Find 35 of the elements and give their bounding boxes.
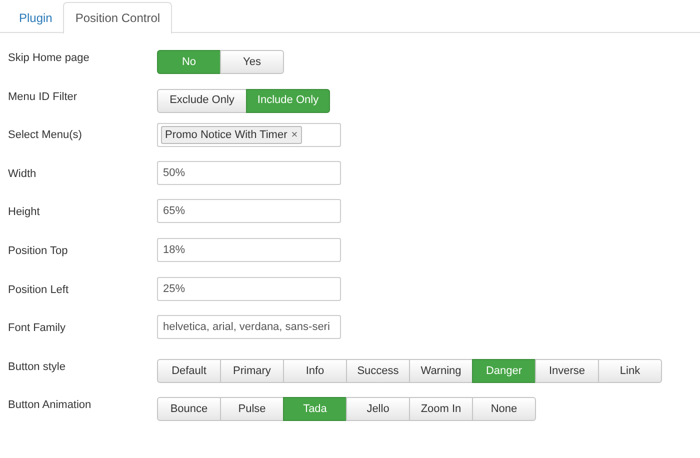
field-label: Position Top	[8, 244, 69, 259]
option-button[interactable]: Warning	[409, 358, 473, 383]
field-label: Button style	[8, 360, 66, 375]
field-label: Font Family	[8, 321, 66, 336]
tab[interactable]: Position Control	[63, 2, 172, 34]
tab[interactable]: Plugin	[8, 2, 64, 33]
text-field[interactable]: helvetica, arial, verdana, sans-seri	[157, 315, 341, 340]
option-button[interactable]: Pulse	[220, 397, 284, 422]
option-button[interactable]: Default	[157, 358, 221, 383]
option-button[interactable]: Bounce	[157, 397, 221, 422]
text-field[interactable]: 65%	[157, 199, 341, 224]
remove-tag-button[interactable]: ×	[291, 126, 298, 144]
option-button[interactable]: Info	[283, 358, 347, 383]
option-button[interactable]: Primary	[220, 358, 284, 383]
field-label: Select Menu(s)	[8, 128, 83, 144]
option-button[interactable]: Exclude Only	[157, 88, 247, 113]
field-label: Height	[8, 205, 41, 220]
text-field[interactable]: 25%	[157, 276, 341, 301]
tag-field[interactable]: Promo Notice With Timer ×	[157, 123, 341, 148]
field-label: Button Animation	[8, 398, 92, 414]
field-label: Width	[8, 166, 38, 182]
field-label: Menu ID Filter	[8, 90, 78, 105]
option-button[interactable]: Zoom In	[409, 397, 473, 422]
tag-label: Promo Notice With Timer	[165, 128, 288, 143]
option-button[interactable]: Yes	[220, 50, 284, 74]
option-button[interactable]: Jello	[346, 397, 410, 422]
text-field[interactable]: 50%	[157, 160, 341, 185]
option-button[interactable]: Success	[346, 358, 410, 383]
field-label: Position Left	[8, 282, 70, 298]
menu-tag[interactable]: Promo Notice With Timer ×	[161, 126, 302, 144]
text-field[interactable]: 18%	[157, 238, 341, 262]
field-label: Skip Home page	[8, 51, 90, 66]
option-button[interactable]: None	[472, 397, 536, 422]
option-button[interactable]: Link	[598, 358, 662, 383]
option-button[interactable]: Inverse	[535, 358, 599, 383]
